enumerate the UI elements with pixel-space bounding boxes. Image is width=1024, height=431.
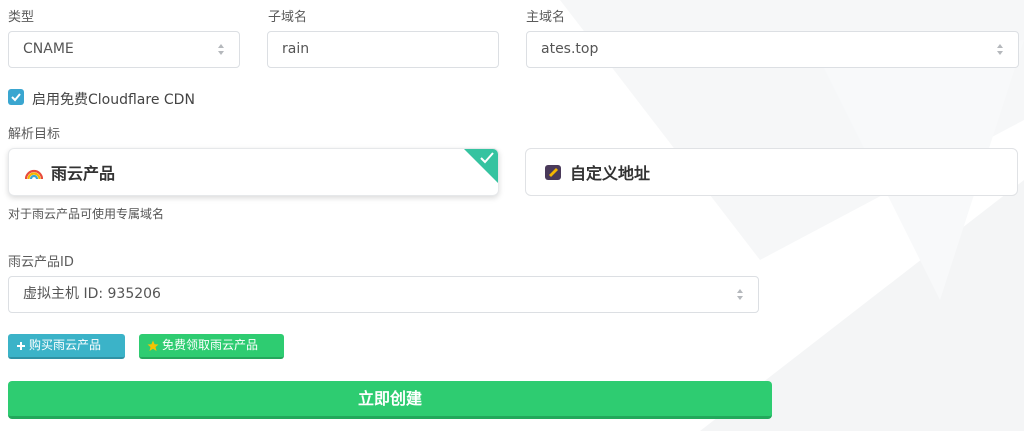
- subdomain-value: rain: [282, 41, 310, 57]
- buy-product-label: 购买雨云产品: [29, 338, 102, 352]
- product-id-value: 虚拟主机 ID: 935206: [23, 286, 161, 302]
- target-option-label: 雨云产品: [51, 164, 116, 183]
- free-product-label: 免费领取雨云产品: [162, 338, 259, 352]
- checkmark-icon: [11, 93, 21, 102]
- main-domain-label: 主域名: [526, 10, 566, 25]
- target-helper-text: 对于雨云产品可使用专属域名: [8, 207, 165, 221]
- type-select-value: CNAME: [23, 41, 74, 57]
- select-arrows-icon: [997, 44, 1003, 55]
- subdomain-label: 子域名: [268, 10, 308, 25]
- free-product-button[interactable]: 免费领取雨云产品: [139, 334, 284, 359]
- type-label: 类型: [8, 10, 35, 25]
- target-option-rainyun-product[interactable]: 雨云产品: [8, 148, 499, 196]
- create-button[interactable]: 立即创建: [8, 381, 772, 419]
- cdn-checkbox-label[interactable]: 启用免费Cloudflare CDN: [32, 89, 195, 109]
- select-arrows-icon: [218, 44, 224, 55]
- cdn-checkbox[interactable]: [8, 89, 24, 105]
- main-domain-select[interactable]: ates.top: [526, 31, 1019, 68]
- rainbow-icon: [25, 169, 43, 180]
- product-id-select[interactable]: 虚拟主机 ID: 935206: [8, 276, 759, 313]
- note-icon: [545, 165, 561, 180]
- target-option-custom-address[interactable]: 自定义地址: [525, 148, 1018, 196]
- target-option-label: 自定义地址: [570, 164, 651, 183]
- main-domain-value: ates.top: [541, 41, 599, 57]
- buy-product-button[interactable]: 购买雨云产品: [8, 334, 125, 359]
- product-id-label: 雨云产品ID: [8, 255, 74, 270]
- plus-icon: [17, 341, 25, 350]
- star-icon: [147, 340, 159, 351]
- select-arrows-icon: [737, 289, 743, 300]
- subdomain-input[interactable]: rain: [267, 31, 499, 68]
- type-select[interactable]: CNAME: [8, 31, 240, 68]
- checkmark-icon: [480, 152, 494, 164]
- target-label: 解析目标: [8, 127, 61, 142]
